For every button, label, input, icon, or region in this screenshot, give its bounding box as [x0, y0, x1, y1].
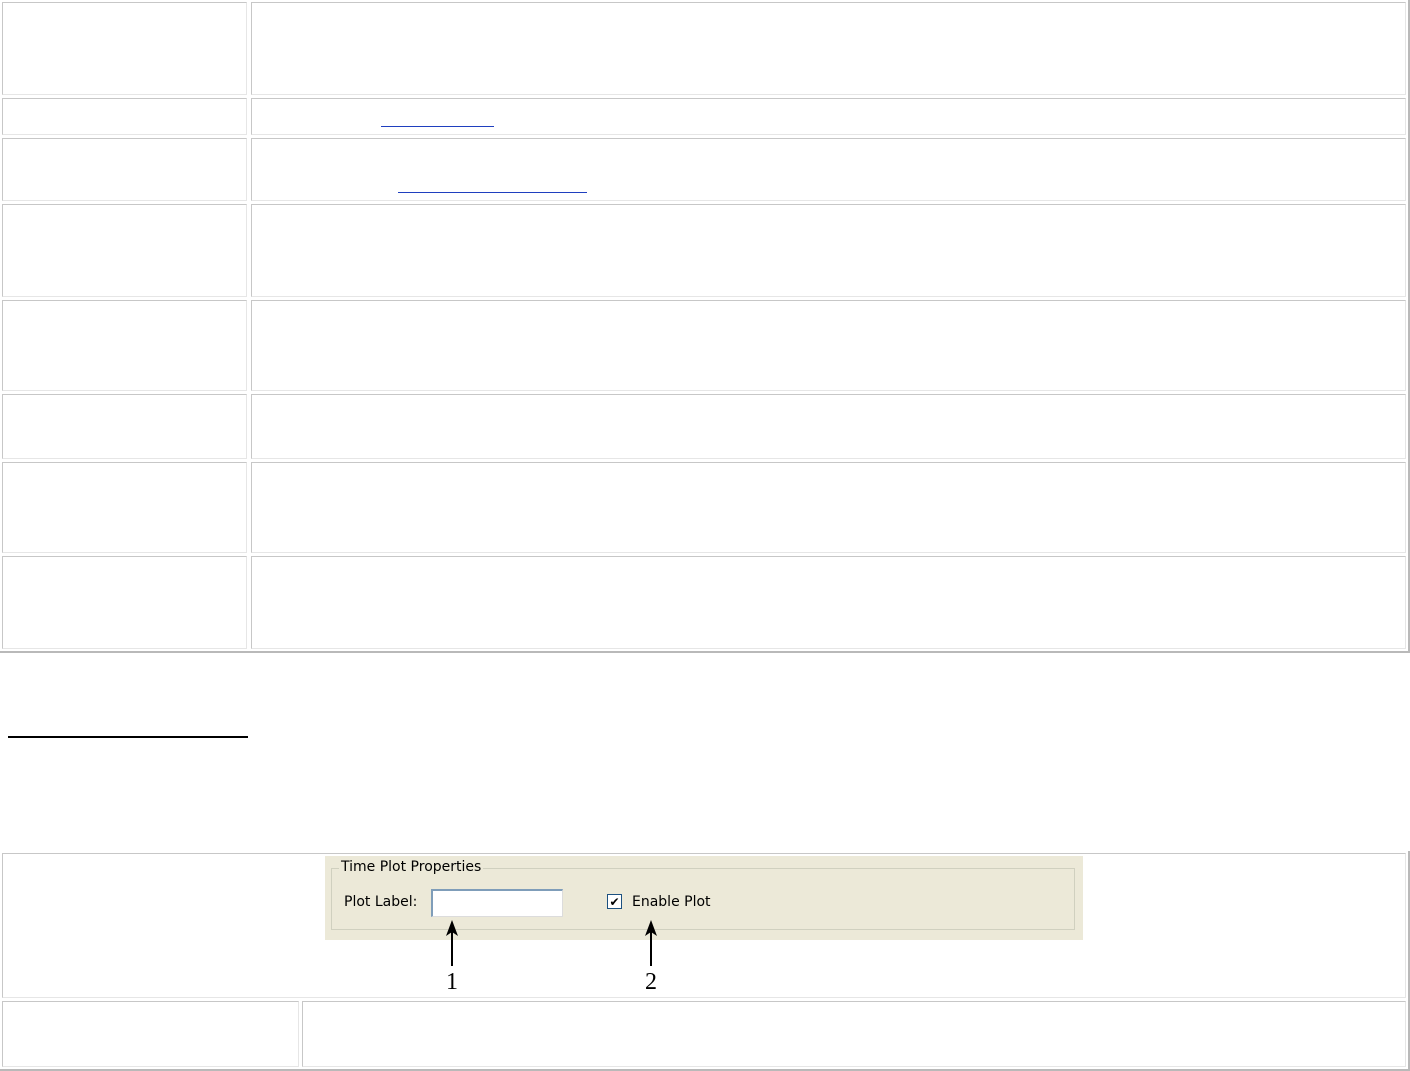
- table-cell-label: [2, 394, 247, 459]
- table-cell-description: [251, 556, 1406, 649]
- callout-1: 1: [440, 920, 464, 996]
- table-cell-label: [2, 2, 247, 95]
- table-cell-description: [251, 2, 1406, 95]
- group-box-title: Time Plot Properties: [339, 859, 484, 875]
- table-cell-label: [2, 300, 247, 391]
- table-row: [0, 462, 1406, 553]
- up-arrow-icon: [645, 920, 657, 966]
- up-arrow-icon: [446, 920, 458, 966]
- callout-number: 2: [645, 969, 657, 995]
- table-row: [0, 556, 1406, 649]
- plot-label-label: Plot Label:: [344, 894, 418, 910]
- hyperlink[interactable]: [381, 126, 494, 127]
- plot-label-input[interactable]: [431, 889, 563, 917]
- table-cell-label: [2, 98, 247, 135]
- table-cell-label: [2, 1001, 299, 1067]
- table-row: [0, 98, 1406, 135]
- hyperlink[interactable]: [398, 192, 587, 193]
- table-cell-description: [251, 204, 1406, 297]
- table-cell-label: [2, 204, 247, 297]
- table-cell-description: [251, 394, 1406, 459]
- table-row: [0, 204, 1406, 297]
- table-row: [0, 138, 1406, 201]
- section-heading-underline: [8, 736, 248, 738]
- table-cell-label: [2, 556, 247, 649]
- enable-plot-label[interactable]: Enable Plot: [632, 894, 711, 910]
- table-cell-description: [302, 1001, 1406, 1067]
- table-cell-description: [251, 98, 1406, 135]
- table-cell-description: [251, 462, 1406, 553]
- table-row: [0, 2, 1406, 95]
- enable-plot-checkbox[interactable]: ✔: [607, 894, 622, 909]
- property-table: [0, 0, 1410, 653]
- table-row: [0, 300, 1406, 391]
- table-row: [0, 394, 1406, 459]
- table-cell-label: [2, 138, 247, 201]
- callout-number: 1: [446, 969, 458, 995]
- table-cell-label: [2, 462, 247, 553]
- checkmark-icon: ✔: [609, 894, 620, 909]
- time-plot-properties-panel: Time Plot Properties Plot Label: ✔ Enabl…: [325, 856, 1083, 940]
- callout-2: 2: [639, 920, 663, 996]
- table-cell-description: [251, 300, 1406, 391]
